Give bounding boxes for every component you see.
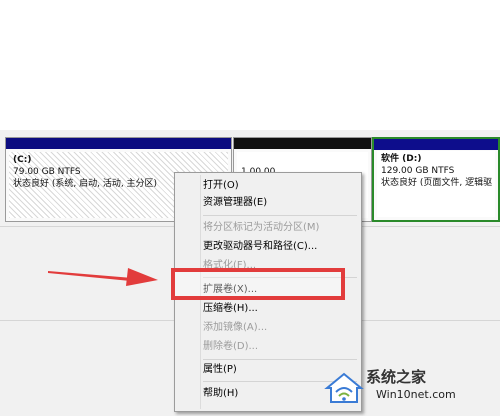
menu-item-help[interactable]: 帮助(H) [203,385,238,403]
partition-d-bar [374,139,498,150]
watermark: 系统之家 Win10net.com [324,364,492,410]
menu-item-mark-active[interactable]: 将分区标记为活动分区(M) [203,219,319,237]
partition-c-name: (C:) [13,155,32,165]
menu-item-change-drive-letter[interactable]: 更改驱动器号和路径(C)... [203,238,317,256]
partition-d[interactable]: 软件 (D:) 129.00 GB NTFS 状态良好 (页面文件, 逻辑驱 [372,137,500,222]
menu-item-add-mirror[interactable]: 添加镜像(A)... [203,319,267,337]
menu-item-shrink-volume[interactable]: 压缩卷(H)... [203,300,258,318]
menu-item-open[interactable]: 打开(O) [203,177,239,195]
partition-e-bar [234,138,371,149]
partition-d-status: 状态良好 (页面文件, 逻辑驱 [381,178,493,188]
menu-separator [203,215,357,216]
menu-item-explorer[interactable]: 资源管理器(E) [203,194,267,212]
menu-separator [203,359,357,360]
partition-d-name: 软件 (D:) [381,154,422,164]
partition-d-size: 129.00 GB NTFS [381,166,455,176]
watermark-url: Win10net.com [376,388,456,401]
partition-c-bar [6,138,231,149]
watermark-logo-icon [324,372,364,403]
menu-item-properties[interactable]: 属性(P) [203,361,237,379]
top-blank-area [0,0,500,130]
extend-volume-highlight [171,268,345,300]
menu-item-delete-volume[interactable]: 删除卷(D)... [203,338,258,356]
partition-d-body: 软件 (D:) 129.00 GB NTFS 状态良好 (页面文件, 逻辑驱 [377,151,495,217]
watermark-text: 系统之家 [366,368,427,386]
red-arrow-icon [48,268,158,286]
